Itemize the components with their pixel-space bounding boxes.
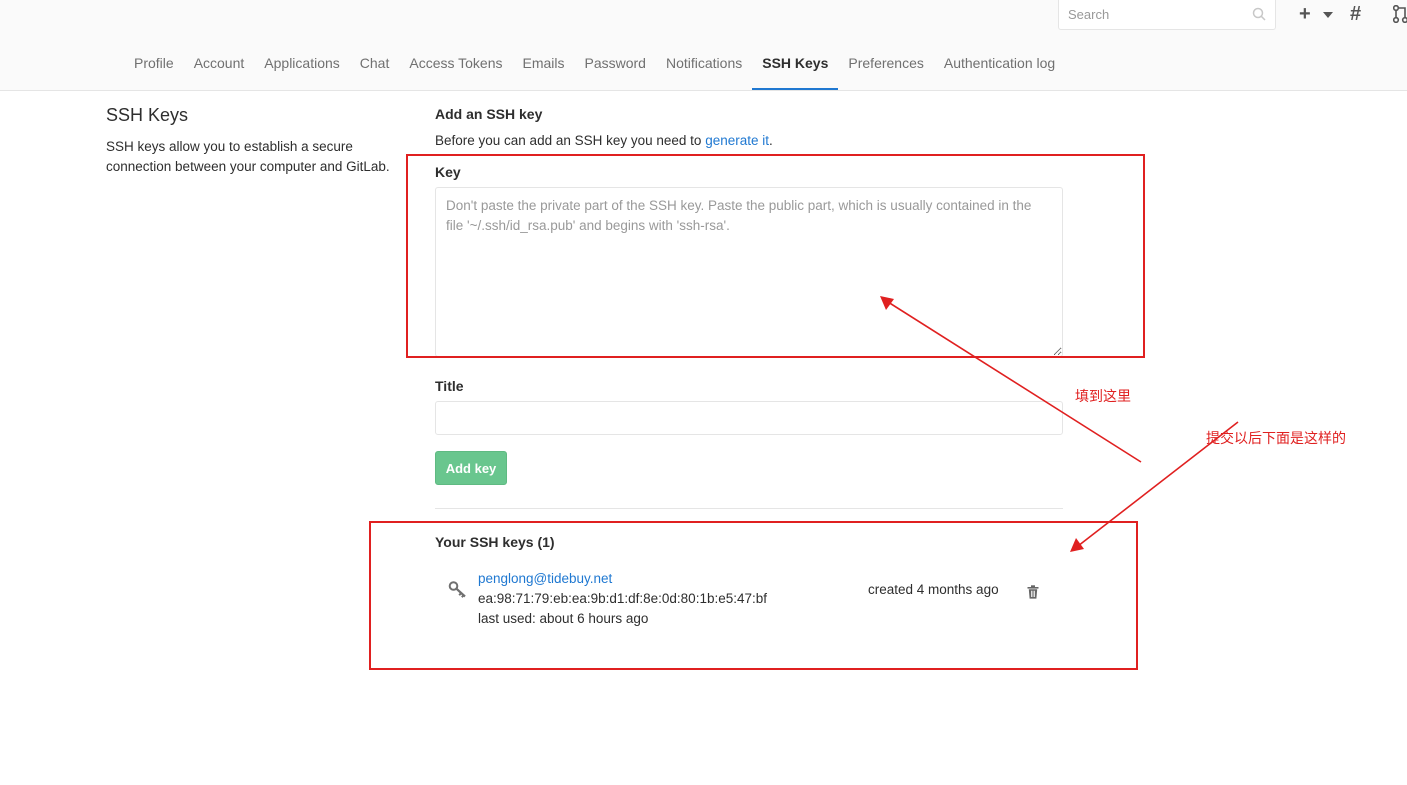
search-box[interactable] xyxy=(1058,0,1276,30)
generate-it-link[interactable]: generate it xyxy=(705,133,769,148)
tab-emails[interactable]: Emails xyxy=(512,38,574,90)
top-header: + # Profile Account Applications Chat Ac… xyxy=(0,0,1407,91)
title-input[interactable] xyxy=(435,401,1063,435)
form-heading: Add an SSH key xyxy=(435,106,543,122)
intro-text-body: Before you can add an SSH key you need t… xyxy=(435,133,706,148)
tab-applications[interactable]: Applications xyxy=(254,38,350,90)
page-title: SSH Keys xyxy=(106,105,189,125)
tab-profile[interactable]: Profile xyxy=(124,38,184,90)
title-label: Title xyxy=(435,378,464,394)
annotation-box-key xyxy=(406,154,1145,358)
tab-chat[interactable]: Chat xyxy=(350,38,400,90)
plus-icon[interactable]: + xyxy=(1299,3,1311,25)
annotation-fill-here: 填到这里 xyxy=(1075,388,1131,404)
divider xyxy=(435,508,1063,509)
tab-password[interactable]: Password xyxy=(575,38,656,90)
tab-preferences[interactable]: Preferences xyxy=(838,38,933,90)
tab-account[interactable]: Account xyxy=(184,38,255,90)
intro-text-end: . xyxy=(768,133,773,148)
add-key-button[interactable]: Add key xyxy=(435,451,507,485)
settings-tabs: Profile Account Applications Chat Access… xyxy=(124,38,1065,90)
chevron-down-icon[interactable] xyxy=(1323,12,1333,18)
merge-request-icon[interactable] xyxy=(1393,5,1407,23)
search-input[interactable] xyxy=(1059,0,1248,28)
annotation-box-keys-list xyxy=(369,521,1138,670)
tab-access-tokens[interactable]: Access Tokens xyxy=(399,38,512,90)
annotation-after-submit: 提交以后下面是这样的 xyxy=(1206,430,1346,446)
tab-authentication-log[interactable]: Authentication log xyxy=(934,38,1065,90)
search-icon[interactable] xyxy=(1252,7,1266,21)
tab-ssh-keys[interactable]: SSH Keys xyxy=(752,38,839,90)
tab-notifications[interactable]: Notifications xyxy=(656,38,752,90)
page-description: SSH keys allow you to establish a secure… xyxy=(106,139,390,174)
intro-text: Before you can add an SSH key you need t… xyxy=(435,133,773,148)
hash-icon[interactable]: # xyxy=(1350,3,1361,25)
